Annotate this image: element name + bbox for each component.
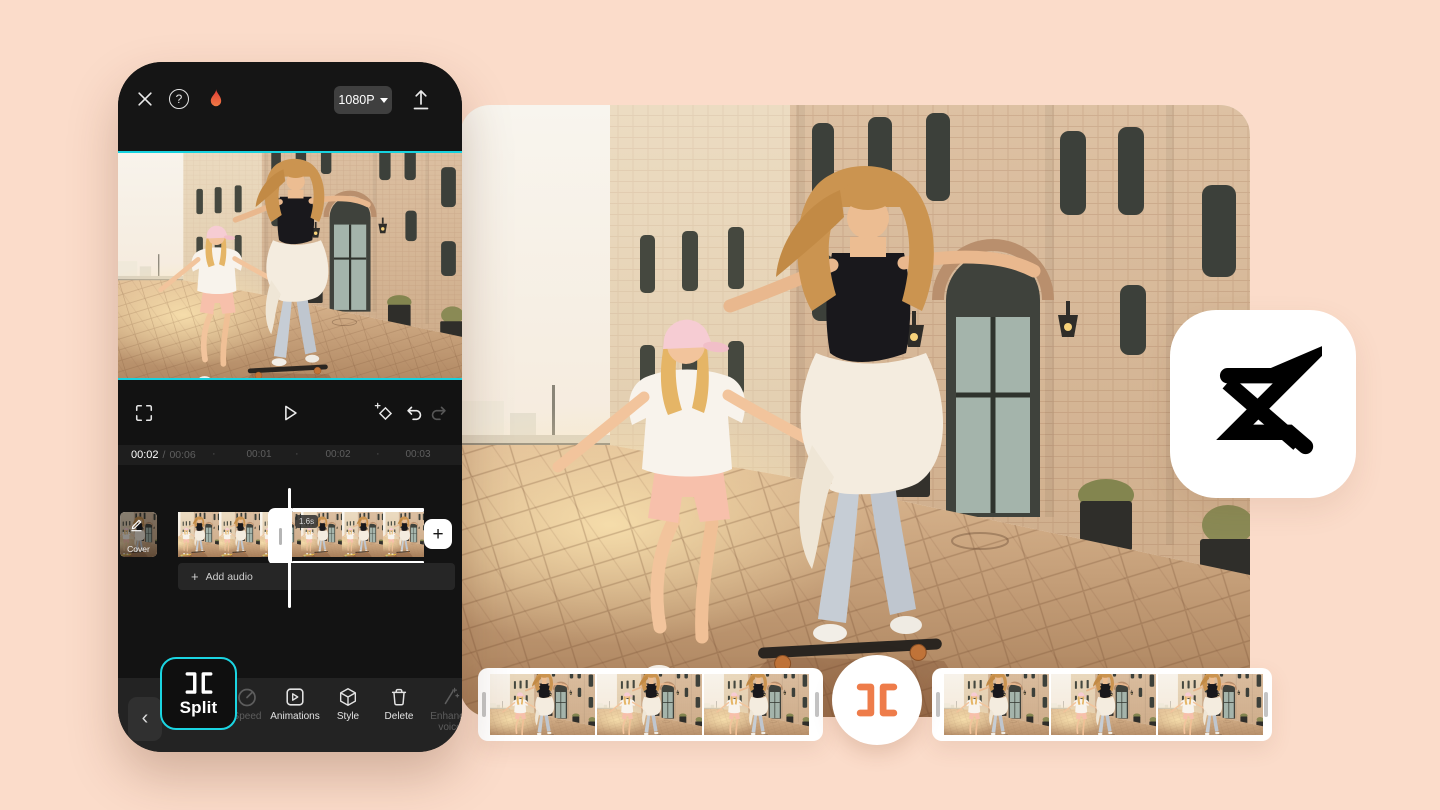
redo-icon [431, 406, 446, 421]
flame-icon [210, 89, 222, 107]
skateboarding-photo [460, 105, 1250, 717]
chevron-down-icon [379, 97, 388, 103]
split-brackets-icon [854, 680, 900, 720]
capcut-logo-tile [1170, 310, 1356, 498]
timeline-panel: Cover 1.6s + + Add audio [118, 465, 462, 678]
export-icon [413, 90, 429, 110]
keyframe-button[interactable] [374, 402, 396, 424]
ruler-tick: 00:03 [405, 449, 431, 460]
add-clip-button[interactable]: + [424, 519, 452, 549]
split-action-circle[interactable] [832, 655, 922, 745]
close-button[interactable] [134, 88, 156, 110]
resolution-label: 1080P [338, 93, 375, 107]
trim-grip-icon [278, 528, 282, 545]
toolbar-label: Animations [270, 711, 320, 722]
trim-handle-left-icon[interactable] [936, 692, 940, 717]
filmstrip-frame [597, 674, 702, 735]
filmstrip-frame [704, 674, 809, 735]
toolbar-item-animations[interactable]: Animations [267, 686, 323, 722]
ruler-tick: 00:01 [246, 449, 272, 460]
back-chevron-icon: ‹ [141, 706, 149, 729]
toolbar-item-split[interactable]: Split [160, 657, 237, 730]
add-audio-row[interactable]: + Add audio [178, 563, 455, 590]
undo-icon [407, 406, 422, 421]
capcut-logo-icon [1204, 345, 1322, 463]
trending-button[interactable] [205, 87, 227, 111]
help-button[interactable]: ? [169, 89, 189, 109]
help-icon: ? [175, 92, 183, 106]
toolbar-item-enhance-voice[interactable]: Enhance voice [422, 686, 462, 733]
trash-icon [391, 688, 407, 706]
edit-pencil-icon [131, 519, 142, 532]
filmstrip-frame [1158, 674, 1263, 735]
time-ruler: 00:02 / 00:06 · 00:01 · 00:02 · 00:03 [118, 445, 462, 465]
total-time: 00:06 [169, 449, 196, 461]
enhance-voice-wand-icon [444, 687, 460, 705]
toolbar-label: Delete [384, 711, 414, 722]
clip-frame [219, 512, 260, 557]
filmstrip-frame [1051, 674, 1156, 735]
trim-handle-right-icon[interactable] [815, 692, 819, 717]
current-time: 00:02 [131, 449, 159, 461]
split-icon [183, 670, 215, 696]
export-button[interactable] [410, 86, 432, 112]
clip-frame [383, 512, 424, 557]
clip-duration-badge: 1.6s [295, 515, 319, 528]
fullscreen-button[interactable] [133, 402, 155, 424]
video-preview[interactable] [118, 151, 462, 380]
keyframe-icon [374, 402, 393, 421]
ruler-dot: · [376, 448, 380, 460]
filmstrip-frame [490, 674, 595, 735]
editor-toolbar: ‹ Split Speed Animations Style Delete En… [118, 657, 462, 752]
fullscreen-icon [135, 404, 153, 422]
plus-icon: + [432, 523, 444, 545]
ruler-dot: · [212, 448, 216, 460]
filmstrip-frame [944, 674, 1049, 735]
playhead[interactable] [288, 488, 291, 608]
phone-editor-mockup: ? 1080P 00:02 / 00:06 · 00:01 · 00:02 · … [118, 62, 462, 752]
animations-icon [286, 688, 304, 706]
cover-thumbnail[interactable]: Cover [120, 512, 157, 557]
redo-button[interactable] [428, 402, 450, 424]
clip-frame [342, 512, 383, 557]
cover-label: Cover [127, 544, 150, 554]
resolution-button[interactable]: 1080P [334, 86, 392, 114]
speed-gauge-icon [238, 688, 256, 707]
play-icon [285, 405, 297, 421]
undo-button[interactable] [403, 402, 425, 424]
skateboarding-photo-image [460, 105, 1250, 717]
timecode: 00:02 / 00:06 [131, 449, 196, 461]
selection-border-top [292, 508, 424, 512]
back-button[interactable]: ‹ [128, 697, 162, 741]
plus-icon: + [191, 569, 199, 584]
play-button[interactable] [279, 402, 301, 424]
transport-controls [118, 380, 462, 445]
trim-handle-right-icon[interactable] [1264, 692, 1268, 717]
toolbar-item-style[interactable]: Style [320, 686, 376, 722]
editor-header: ? 1080P [118, 62, 462, 151]
ruler-dot: · [295, 448, 299, 460]
time-separator: / [162, 449, 166, 461]
toolbar-label: Style [336, 711, 360, 722]
filmstrip-right [932, 668, 1272, 741]
toolbar-label: Enhance voice [430, 711, 462, 733]
split-label: Split [179, 697, 218, 717]
add-audio-label: Add audio [205, 570, 253, 583]
video-preview-frame [118, 153, 462, 378]
trim-handle-left-icon[interactable] [482, 692, 486, 717]
close-icon [138, 92, 152, 106]
capcut-promo-canvas: ? 1080P 00:02 / 00:06 · 00:01 · 00:02 · … [0, 0, 1440, 810]
ruler-tick: 00:02 [325, 449, 351, 460]
style-cube-icon [339, 688, 357, 706]
toolbar-item-delete[interactable]: Delete [371, 686, 427, 722]
filmstrip-left [478, 668, 823, 741]
clip-frame [178, 512, 219, 557]
